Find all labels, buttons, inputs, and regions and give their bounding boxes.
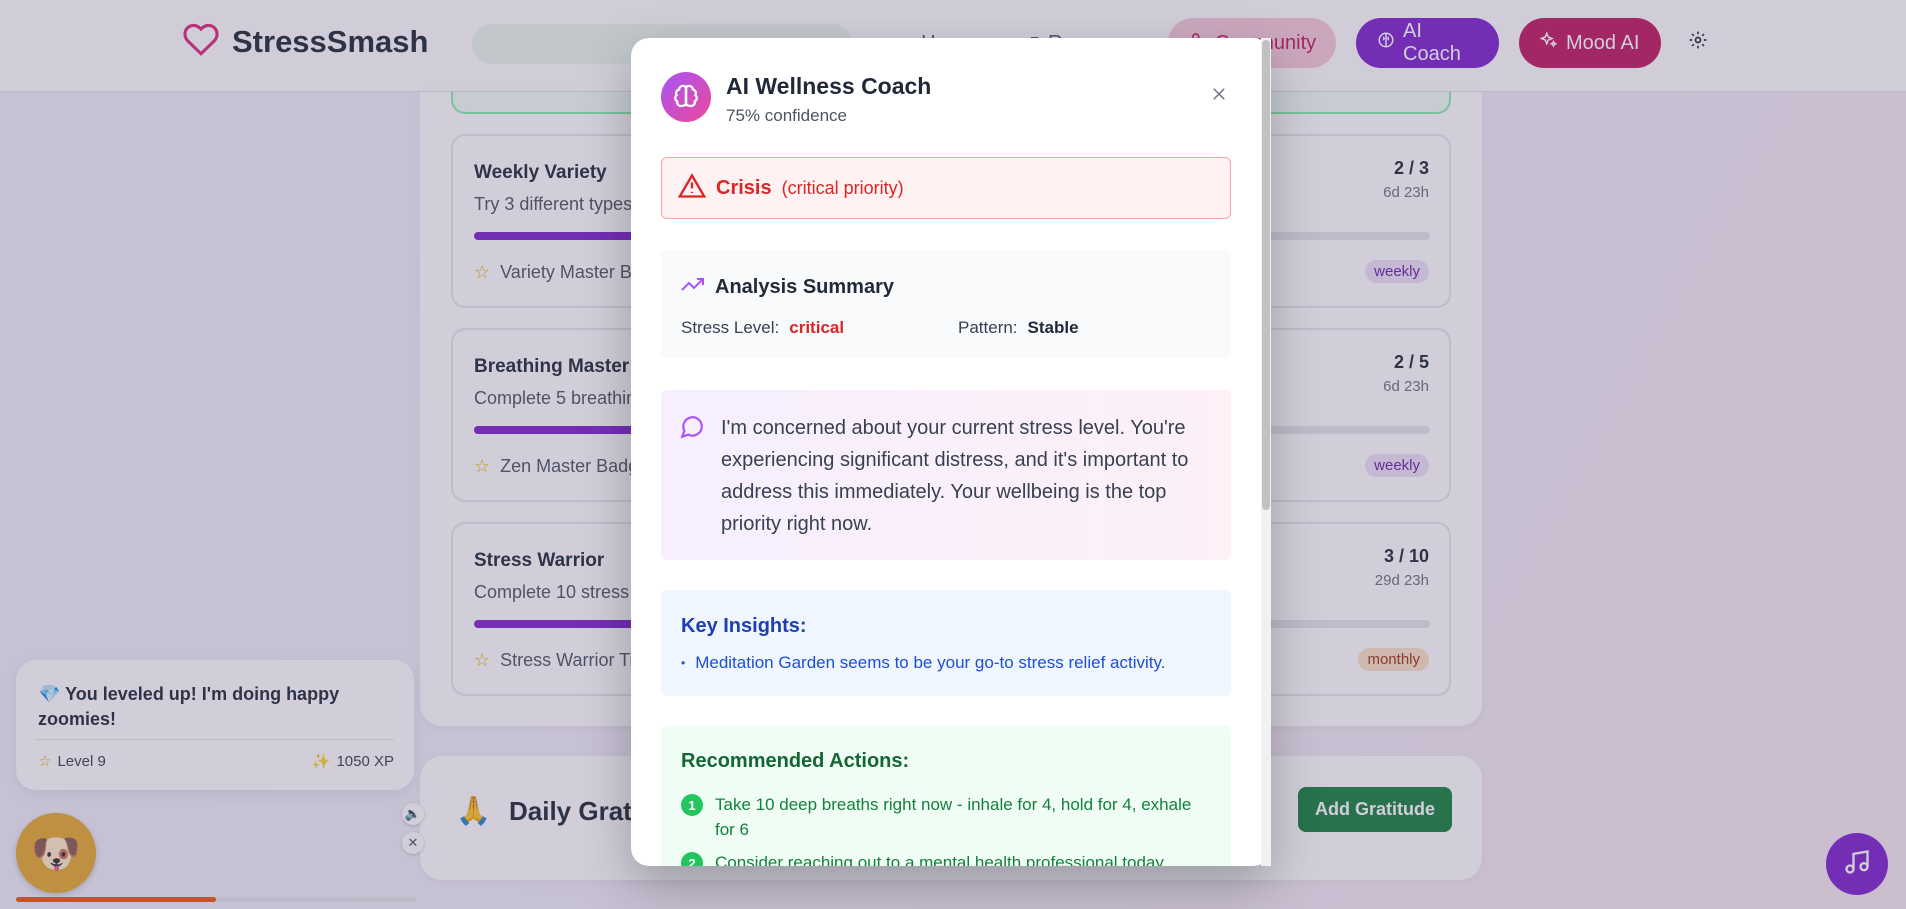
insight-text: Meditation Garden seems to be your go-to… [695, 653, 1166, 672]
coach-message: I'm concerned about your current stress … [661, 390, 1231, 560]
close-modal-button[interactable] [1207, 84, 1231, 108]
ai-coach-modal: AI Wellness Coach 75% confidence Crisis … [631, 38, 1271, 866]
action-text: Take 10 deep breaths right now - inhale … [715, 795, 1192, 839]
crisis-alert: Crisis (critical priority) [661, 157, 1231, 219]
insights-heading: Key Insights: [681, 615, 807, 637]
action-item: 1 Take 10 deep breaths right now - inhal… [681, 792, 1211, 842]
action-number: 1 [681, 794, 703, 816]
brain-icon [661, 72, 711, 122]
crisis-priority: (critical priority) [781, 177, 904, 198]
message-bubble-icon [679, 414, 705, 445]
scrollbar-thumb[interactable] [1262, 40, 1270, 510]
warning-triangle-icon [677, 172, 707, 204]
close-icon [1210, 85, 1228, 108]
stress-level-row: Stress Level: critical [681, 318, 844, 338]
recommended-actions: Recommended Actions: 1 Take 10 deep brea… [661, 726, 1231, 866]
pattern-row: Pattern: Stable [958, 318, 1079, 338]
stress-level-value: critical [789, 318, 845, 337]
summary-heading-label: Analysis Summary [715, 275, 894, 298]
insight-item: • Meditation Garden seems to be your go-… [681, 653, 1165, 673]
key-insights: Key Insights: • Meditation Garden seems … [661, 590, 1231, 696]
confidence-label: 75% confidence [726, 106, 847, 125]
crisis-label: Crisis [716, 176, 772, 199]
bullet-icon: • [681, 656, 686, 670]
coach-message-text: I'm concerned about your current stress … [721, 417, 1189, 535]
modal-scrollbar[interactable] [1261, 38, 1271, 866]
action-item: 2 Consider reaching out to a mental heal… [681, 850, 1211, 866]
actions-heading: Recommended Actions: [681, 750, 910, 772]
pattern-value: Stable [1027, 318, 1079, 337]
summary-heading: Analysis Summary [681, 275, 894, 299]
trending-up-icon [681, 275, 705, 299]
modal-title: AI Wellness Coach [726, 73, 932, 99]
analysis-summary: Analysis Summary Stress Level: critical … [661, 250, 1231, 358]
stress-level-label: Stress Level: [681, 318, 780, 337]
action-number: 2 [681, 852, 703, 866]
action-text: Consider reaching out to a mental health… [715, 853, 1164, 866]
pattern-label: Pattern: [958, 318, 1018, 337]
